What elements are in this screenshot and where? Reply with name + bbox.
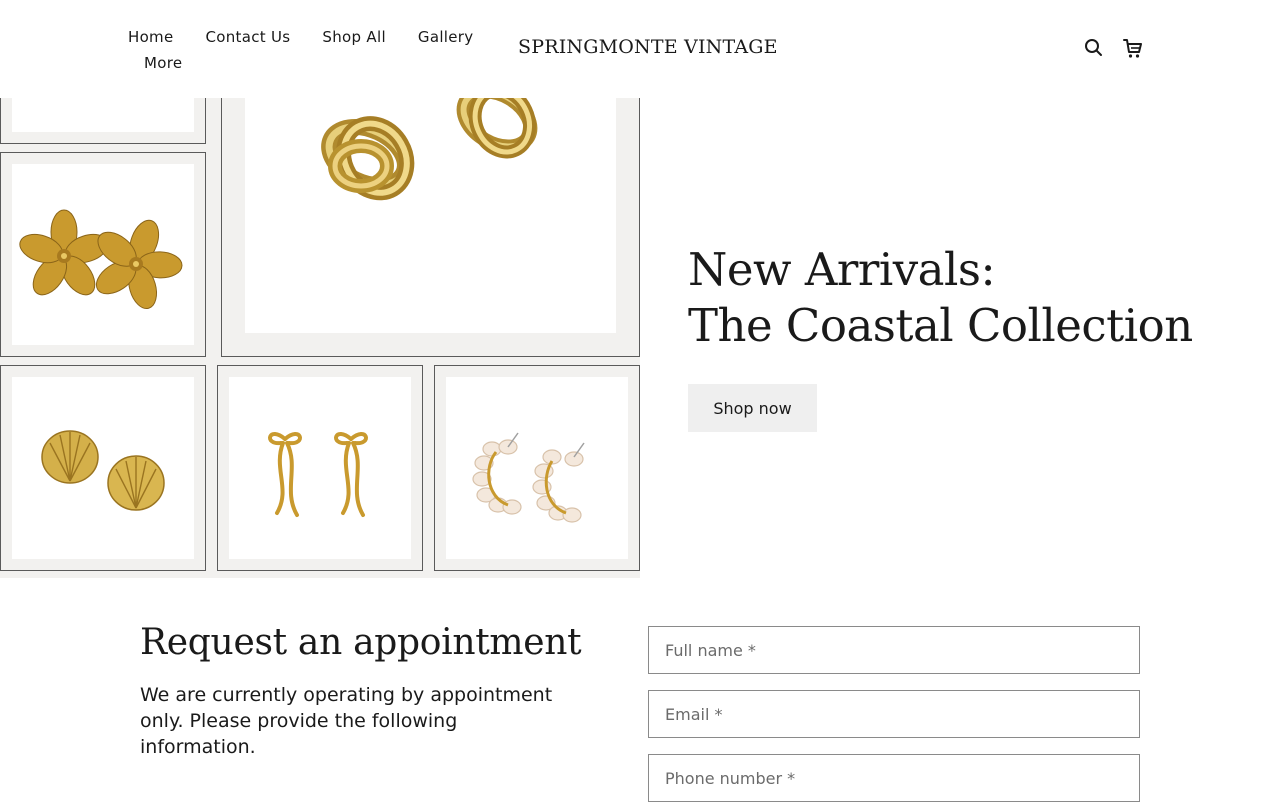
collage-tile-pearl-hoop-earrings[interactable] xyxy=(434,365,640,571)
search-button[interactable] xyxy=(1082,36,1106,60)
site-header: Home Contact Us Shop All Gallery More SP… xyxy=(0,0,1280,98)
hero-title-line1: New Arrivals: xyxy=(688,243,996,296)
nav-more[interactable]: More xyxy=(112,50,198,76)
hero-title: New Arrivals: The Coastal Collection xyxy=(688,242,1193,354)
collage-tile-partial xyxy=(0,98,206,144)
phone-number-field[interactable] xyxy=(648,754,1140,802)
appointment-description: We are currently operating by appointmen… xyxy=(140,684,553,758)
nav-home[interactable]: Home xyxy=(112,24,190,50)
email-field[interactable] xyxy=(648,690,1140,738)
flower-earrings-image xyxy=(19,209,183,310)
pearl-hoop-earrings-image xyxy=(472,432,585,523)
nav-contact-us[interactable]: Contact Us xyxy=(190,24,307,50)
shell-earrings-image xyxy=(41,430,165,511)
product-collage xyxy=(0,98,640,578)
main-nav: Home Contact Us Shop All Gallery More xyxy=(112,24,492,76)
collage-tile-bow-earrings[interactable] xyxy=(217,365,423,571)
full-name-field[interactable] xyxy=(648,626,1140,674)
nav-shop-all[interactable]: Shop All xyxy=(306,24,402,50)
collage-tile-shell-earrings[interactable] xyxy=(0,365,206,571)
collage-tile-knot-earrings[interactable] xyxy=(221,98,640,357)
cart-icon xyxy=(1123,39,1142,58)
collage-tile-flower-earrings[interactable] xyxy=(0,152,206,357)
hero-title-line2: The Coastal Collection xyxy=(688,299,1193,352)
nav-gallery[interactable]: Gallery xyxy=(402,24,490,50)
search-icon xyxy=(1085,39,1102,56)
bow-earrings-image xyxy=(268,432,368,517)
site-logo[interactable]: SPRINGMONTE VINTAGE xyxy=(518,36,778,58)
cart-button[interactable] xyxy=(1121,36,1145,60)
appointment-title: Request an appointment xyxy=(140,622,582,663)
shop-now-button[interactable]: Shop now xyxy=(688,384,817,432)
knot-earrings-image xyxy=(321,98,538,201)
